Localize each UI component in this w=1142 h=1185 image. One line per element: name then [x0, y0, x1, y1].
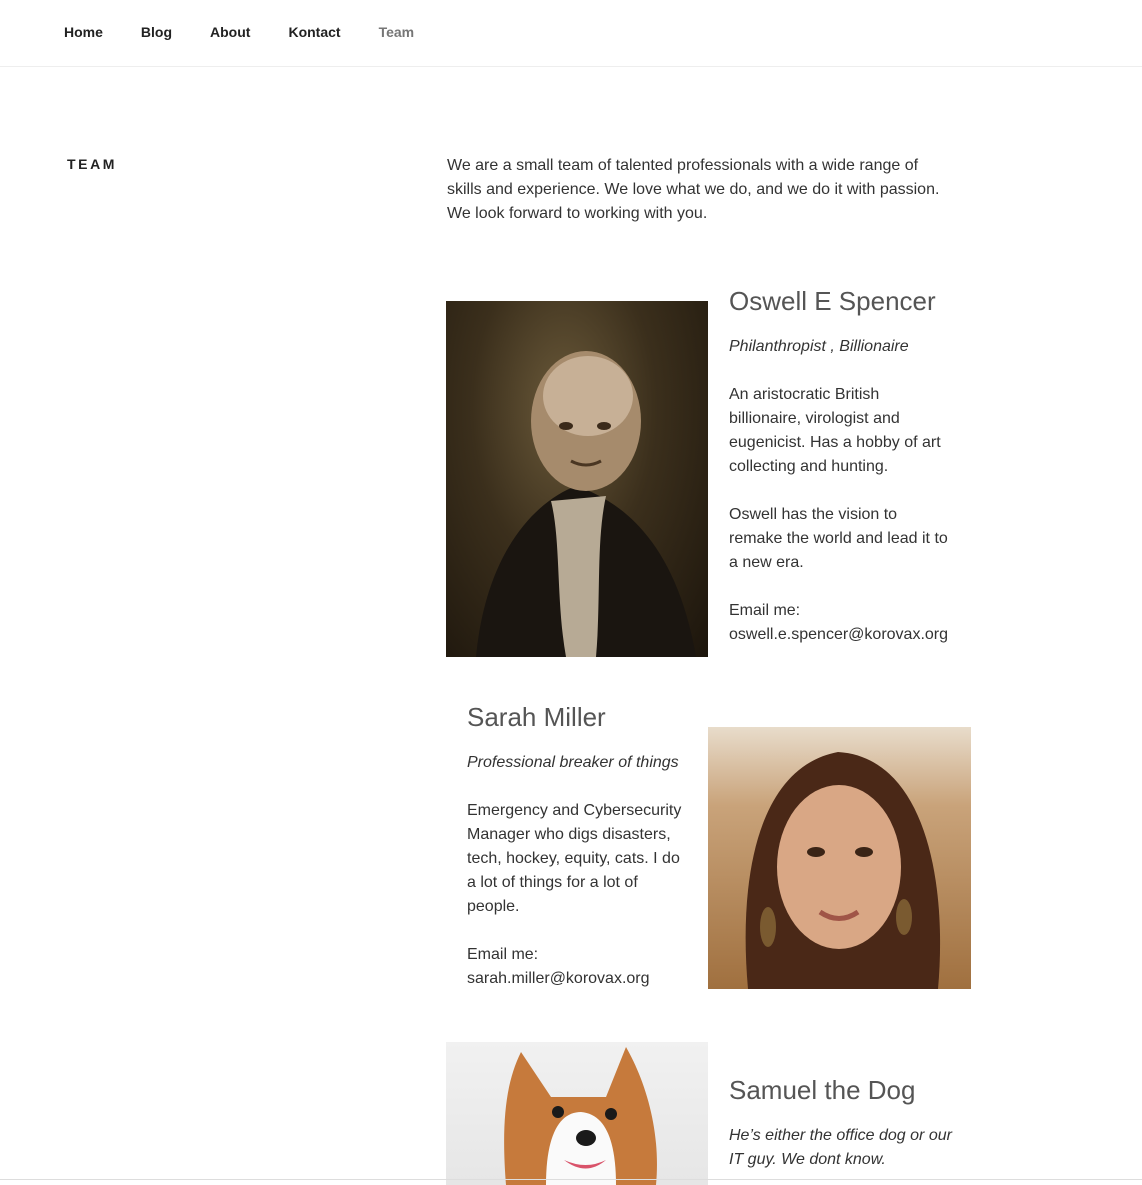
member-name: Samuel the Dog	[729, 1075, 916, 1105]
page-title: TEAM	[67, 156, 118, 172]
member-name: Sarah Miller	[467, 702, 606, 732]
nav-item-home[interactable]: Home	[64, 22, 103, 42]
divider	[0, 1179, 1142, 1180]
email-label: Email me:	[467, 946, 539, 963]
member-role: He’s either the office dog or our IT guy…	[729, 1127, 952, 1168]
nav-item-kontact[interactable]: Kontact	[288, 22, 340, 42]
intro-text: We are a small team of talented professi…	[447, 157, 940, 222]
team-member-sarah: Sarah Miller Professional breaker of thi…	[467, 701, 687, 991]
dog-photo-art	[504, 1047, 657, 1185]
email-address[interactable]: sarah.miller@korovax.org	[467, 970, 650, 987]
nav-menu: Home Blog About Kontact Team	[64, 22, 452, 42]
member-description: Emergency and Cybersecurity Manager who …	[467, 802, 682, 915]
member-name: Oswell E Spencer	[729, 286, 936, 316]
sarah-portrait-art	[745, 752, 941, 989]
member-role: Professional breaker of things	[467, 754, 679, 771]
team-member-oswell: Oswell E Spencer Philanthropist , Billio…	[729, 285, 954, 647]
email-label: Email me:	[729, 602, 801, 619]
member-description: An aristocratic British billionaire, vir…	[729, 386, 941, 475]
nav-item-team[interactable]: Team	[379, 22, 415, 42]
oswell-portrait	[446, 301, 708, 657]
nav-item-blog[interactable]: Blog	[141, 22, 172, 42]
sarah-portrait	[708, 727, 971, 989]
member-description-2: Oswell has the vision to remake the worl…	[729, 506, 948, 571]
oswell-portrait-art	[476, 351, 696, 657]
top-navigation: Home Blog About Kontact Team	[0, 0, 1142, 67]
team-member-samuel: Samuel the Dog He’s either the office do…	[729, 1074, 954, 1172]
member-role: Philanthropist , Billionaire	[729, 338, 909, 355]
nav-item-about[interactable]: About	[210, 22, 250, 42]
member-email: Email me: sarah.miller@korovax.org	[467, 943, 687, 991]
email-address[interactable]: oswell.e.spencer@korovax.org	[729, 626, 948, 643]
dog-photo	[446, 1042, 708, 1185]
member-email: Email me: oswell.e.spencer@korovax.org	[729, 599, 954, 647]
